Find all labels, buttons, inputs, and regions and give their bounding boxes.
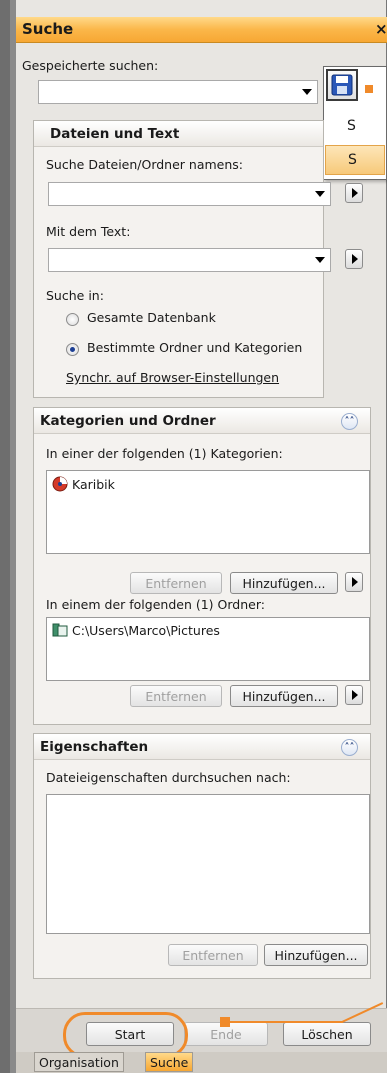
categories-options-button[interactable] — [345, 572, 363, 592]
folders-options-button[interactable] — [345, 685, 363, 705]
tab-suche[interactable]: Suche — [145, 1052, 194, 1072]
save-menu-item-highlighted[interactable]: S — [325, 145, 385, 175]
save-button[interactable] — [326, 69, 358, 101]
remove-folder-button[interactable]: Entfernen — [130, 685, 222, 707]
list-item[interactable]: Karibik — [52, 476, 115, 492]
close-icon[interactable]: × — [375, 20, 387, 38]
list-item[interactable]: C:\Users\Marco\Pictures — [52, 622, 220, 638]
collapse-up-icon[interactable]: ˄˄ — [341, 413, 358, 430]
collapse-up-icon[interactable]: ˄˄ — [341, 739, 358, 756]
saved-searches-label: Gespeicherte suchen: — [22, 58, 159, 73]
radio-all-database-label[interactable]: Gesamte Datenbank — [87, 310, 216, 325]
radio-specific-folders[interactable] — [66, 343, 79, 356]
text-combo[interactable] — [48, 248, 331, 272]
chevron-down-icon[interactable] — [312, 185, 328, 203]
category-icon — [52, 476, 68, 492]
filename-label: Suche Dateien/Ordner namens: — [46, 157, 244, 172]
properties-label: Dateieigenschaften durchsuchen nach: — [46, 770, 291, 785]
properties-section-title: Eigenschaften — [40, 739, 149, 755]
category-name: Karibik — [72, 476, 115, 492]
remove-category-button[interactable]: Entfernen — [130, 572, 222, 594]
remove-property-button[interactable]: Entfernen — [168, 944, 258, 966]
highlight-marker — [365, 85, 373, 93]
search-in-label: Suche in: — [46, 288, 104, 303]
folder-path: C:\Users\Marco\Pictures — [72, 622, 220, 638]
add-folder-button[interactable]: Hinzufügen... — [230, 685, 338, 707]
add-category-button[interactable]: Hinzufügen... — [230, 572, 338, 594]
save-menu-item[interactable]: S — [325, 112, 385, 140]
save-disk-icon — [331, 74, 353, 96]
clear-button[interactable]: Löschen — [283, 1022, 371, 1046]
highlight-line — [228, 1021, 343, 1023]
properties-listbox[interactable] — [46, 794, 370, 934]
chevron-down-icon[interactable] — [312, 251, 328, 269]
folder-icon — [52, 623, 68, 637]
folders-label: In einem der folgenden (1) Ordner: — [46, 597, 265, 612]
filename-options-button[interactable] — [345, 183, 363, 203]
panel-title: Suche — [22, 20, 74, 38]
sync-browser-link[interactable]: Synchr. auf Browser-Einstellungen — [66, 370, 279, 385]
categories-label: In einer der folgenden (1) Kategorien: — [46, 446, 283, 461]
saved-searches-combo[interactable] — [38, 80, 318, 104]
text-options-button[interactable] — [345, 249, 363, 269]
radio-specific-folders-label[interactable]: Bestimmte Ordner und Kategorien — [87, 340, 302, 355]
files-section-title: Dateien und Text — [50, 126, 180, 142]
tab-organisation[interactable]: Organisation — [34, 1052, 124, 1072]
filename-combo[interactable] — [48, 182, 331, 206]
categories-section-title: Kategorien und Ordner — [40, 413, 216, 429]
chevron-down-icon[interactable] — [299, 83, 315, 101]
text-label: Mit dem Text: — [46, 224, 131, 239]
add-property-button[interactable]: Hinzufügen... — [264, 944, 368, 966]
radio-all-database[interactable] — [66, 313, 79, 326]
